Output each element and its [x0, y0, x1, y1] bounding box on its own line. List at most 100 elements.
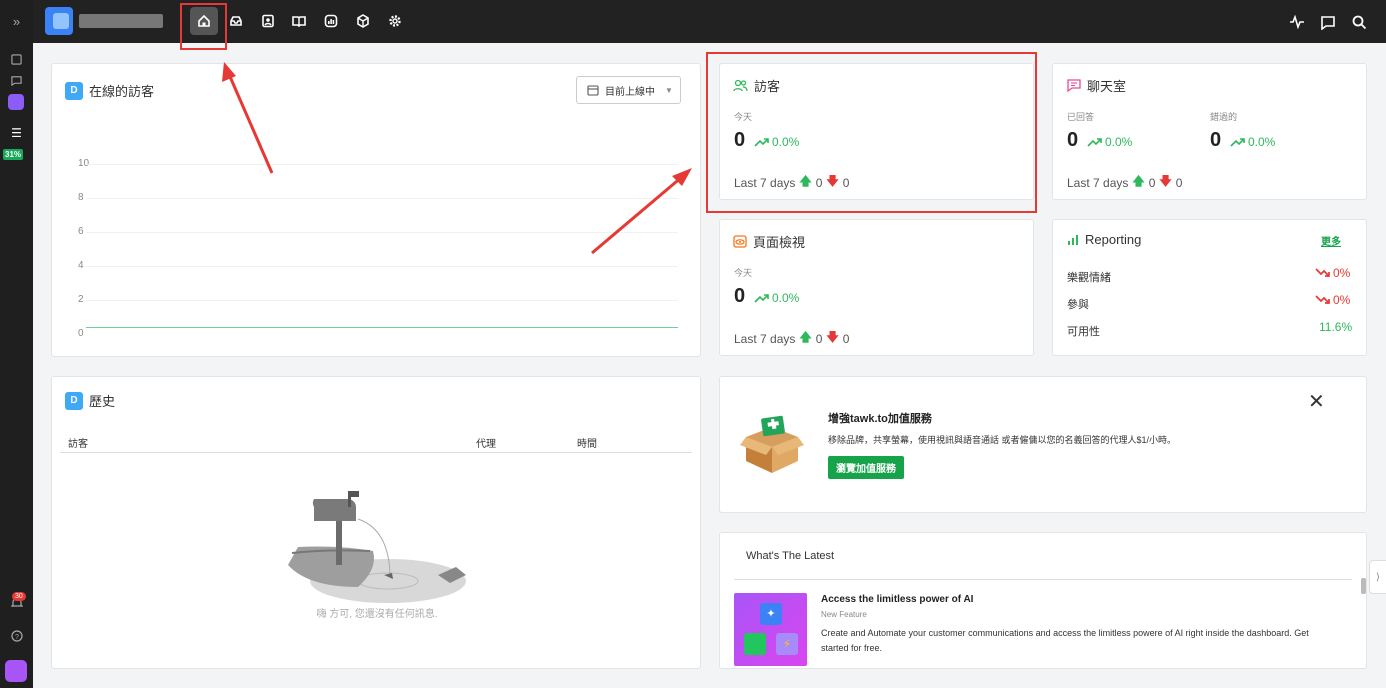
d-badge: D [65, 391, 83, 410]
reporting-row-label: 樂觀情緒 [1067, 272, 1111, 284]
history-empty-message: 嗨 方可, 您還沒有任何訊息. [316, 609, 438, 620]
promo-title: 增強tawk.to加值服務 [828, 413, 932, 425]
trend-up-icon [1087, 138, 1102, 147]
y-tick-label: 2 [78, 294, 84, 305]
eye-icon [733, 235, 747, 248]
pageviews-title: 頁面檢視 [733, 232, 805, 251]
activity-icon[interactable] [1286, 11, 1308, 33]
latest-item-title[interactable]: Access the limitless power of AI [821, 594, 973, 605]
reporting-title: Reporting [1067, 232, 1141, 247]
scrollbar-thumb[interactable] [1361, 578, 1366, 594]
y-tick-label: 0 [78, 328, 84, 339]
expand-icon[interactable]: » [0, 14, 33, 29]
history-col-visitor[interactable]: 訪客 [68, 435, 88, 450]
online-visitors-title: D 在線的訪客 [65, 81, 154, 100]
latest-item-tag: New Feature [821, 610, 867, 619]
svg-text:?: ? [15, 634, 19, 641]
brand-name-blurred [79, 14, 163, 28]
latest-item-description: Create and Automate your customer commun… [821, 628, 1309, 653]
arrow-up-icon: 🡅 [1132, 174, 1145, 188]
reporting-more-link[interactable]: 更多 [1321, 233, 1341, 248]
chat-bubble-icon [1067, 79, 1081, 92]
history-card: D 歷史 訪客 代理 時間 嗨 方可, 您還沒有任何訊息. [51, 376, 701, 669]
arrow-down-icon: 🡇 [1159, 174, 1172, 188]
history-header-divider [60, 452, 692, 453]
trend-up-icon [754, 294, 769, 303]
annotation-highlight-visitors [706, 52, 1037, 213]
grid-line [86, 266, 678, 267]
left-rail: » ☰ 31% 30 ? [0, 0, 33, 688]
latest-divider [734, 579, 1352, 580]
list-icon[interactable]: ☰ [0, 126, 33, 140]
chat-rail-icon[interactable] [0, 75, 33, 89]
empty-mailbox-illustration [288, 491, 466, 603]
caret-down-icon: ▼ [665, 85, 673, 95]
d-badge: D [65, 81, 83, 100]
calendar-icon [587, 85, 599, 96]
pageviews-last7: Last 7 days 🡅 0 🡇 0 [734, 328, 849, 349]
ai-feature-thumbnail[interactable]: ✦ ⚡ [734, 593, 807, 666]
progress-badge: 31% [3, 149, 24, 160]
help-icon[interactable]: ? [0, 630, 33, 645]
top-bar [33, 0, 1386, 43]
grid-line [86, 300, 678, 301]
history-col-time[interactable]: 時間 [577, 435, 597, 450]
y-tick-label: 6 [78, 226, 84, 237]
reporting-row-value: 0% [1315, 293, 1350, 307]
grid-line [86, 164, 678, 165]
brand-logo[interactable] [45, 7, 73, 35]
grid-line [86, 232, 678, 233]
inbox-icon[interactable] [225, 10, 247, 32]
lightning-icon: ⚡ [776, 633, 798, 655]
bar-chart-icon [1068, 234, 1078, 245]
close-icon[interactable]: ✕ [1308, 389, 1325, 414]
trend-down-icon [1315, 295, 1330, 304]
addons-icon[interactable] [352, 10, 374, 32]
user-avatar[interactable] [5, 660, 27, 682]
contacts-icon[interactable] [257, 10, 279, 32]
promo-description: 移除品牌，共享螢幕，使用視訊與語音通話 或者僱傭以您的名義回答的代理人$1/小時… [828, 435, 1177, 445]
promo-card: 增強tawk.to加值服務 移除品牌，共享螢幕，使用視訊與語音通話 或者僱傭以您… [719, 376, 1367, 513]
y-tick-label: 4 [78, 260, 84, 271]
pageviews-today-label: 今天 [734, 268, 753, 278]
dropdown-value: 目前上線中 [605, 86, 655, 98]
trend-down-icon [1315, 268, 1330, 277]
magic-wand-icon: ✦ [760, 603, 782, 625]
arrow-down-icon: 🡇 [826, 330, 839, 344]
online-filter-dropdown[interactable]: 目前上線中 ▼ [576, 76, 681, 104]
pageviews-card: 頁面檢視 今天 0 0.0% Last 7 days 🡅 0 🡇 0 [719, 219, 1034, 356]
latest-title: What's The Latest [746, 550, 835, 562]
chat-answered-value: 0 [1067, 129, 1079, 151]
chat-answered-label: 已回答 [1067, 112, 1095, 122]
reporting-row-label: 可用性 [1067, 326, 1100, 338]
chat-card: 聊天室 已回答 0 0.0% 錯過的 0 0.0% Last 7 days 🡅 0… [1052, 63, 1367, 200]
settings-icon[interactable] [384, 10, 406, 32]
reporting-row-label: 參與 [1067, 299, 1089, 311]
chat-missed-value: 0 [1210, 129, 1222, 151]
search-icon[interactable] [1348, 11, 1370, 33]
trend-up-icon [1230, 138, 1245, 147]
chat-icon[interactable] [1317, 11, 1339, 33]
history-col-agent[interactable]: 代理 [476, 435, 496, 450]
y-tick-label: 8 [78, 192, 84, 203]
chat-title: 聊天室 [1067, 76, 1126, 95]
contacts-rail-icon[interactable] [0, 54, 33, 68]
history-title: D 歷史 [65, 391, 115, 410]
addon-box-icon [740, 415, 804, 473]
notification-badge: 30 [12, 592, 26, 601]
grid-line [86, 198, 678, 199]
reporting-row-value: 11.6% [1319, 320, 1353, 334]
pageviews-trend: 0.0% [754, 291, 799, 305]
arrow-up-icon: 🡅 [799, 330, 812, 344]
online-visitors-card: D 在線的訪客 目前上線中 ▼ 10 8 6 4 2 0 [51, 63, 701, 357]
chat-answered-trend: 0.0% [1087, 135, 1132, 149]
knowledge-base-icon[interactable] [288, 10, 310, 32]
annotation-highlight-home [180, 3, 227, 50]
property-avatar[interactable] [8, 94, 24, 110]
reporting-icon[interactable] [320, 10, 342, 32]
reporting-row-value: 0% [1315, 266, 1350, 280]
latest-card: What's The Latest ✦ ⚡ Access the limitle… [719, 532, 1367, 669]
side-panel-toggle[interactable]: ⟩ [1369, 560, 1386, 594]
browse-addons-button[interactable]: 瀏覽加值服務 [828, 456, 904, 479]
reporting-card: Reporting 更多 樂觀情緒 0% 參與 0% 可用性 11.6% [1052, 219, 1367, 356]
